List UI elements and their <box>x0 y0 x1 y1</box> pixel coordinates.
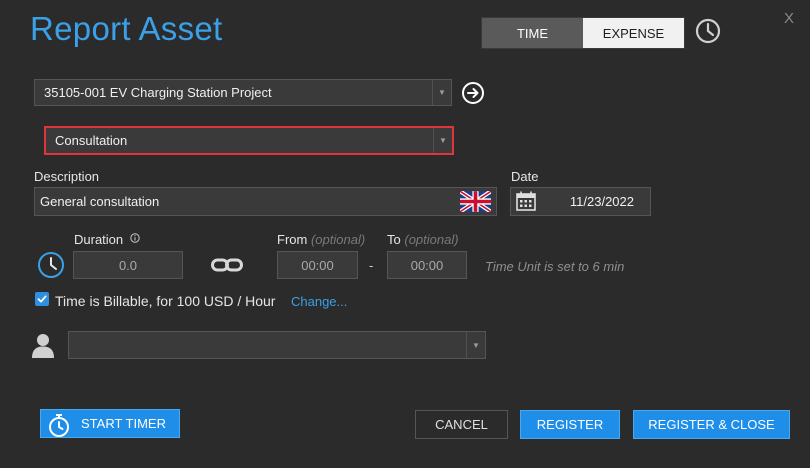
category-select-value: Consultation <box>55 133 128 148</box>
description-input[interactable]: General consultation <box>34 187 497 216</box>
chevron-down-icon: ▼ <box>466 332 485 358</box>
description-label: Description <box>34 169 100 184</box>
stopwatch-icon <box>49 414 69 437</box>
cancel-button[interactable]: CANCEL <box>415 410 508 439</box>
chevron-down-icon: ▼ <box>432 80 451 105</box>
close-button[interactable]: X <box>784 10 794 27</box>
calendar-icon[interactable] <box>515 190 537 212</box>
description-value: General consultation <box>40 194 160 209</box>
to-label-text: To <box>387 232 401 247</box>
from-label-text: From <box>277 232 308 247</box>
to-optional-hint: (optional) <box>404 232 459 247</box>
billable-checkbox[interactable] <box>35 292 49 306</box>
category-select[interactable]: Consultation ▼ <box>44 126 454 155</box>
duration-label: Duration <box>74 232 124 247</box>
from-optional-hint: (optional) <box>310 232 366 247</box>
person-icon <box>32 334 54 358</box>
to-time-input[interactable]: 00:00 <box>387 251 467 279</box>
clock-history-icon[interactable] <box>695 18 721 44</box>
clock-icon <box>38 252 64 278</box>
register-button[interactable]: REGISTER <box>520 410 620 439</box>
chain-link-icon[interactable] <box>211 258 243 272</box>
range-separator: - <box>369 258 374 273</box>
start-timer-label: START TIMER <box>81 416 166 431</box>
date-label: Date <box>511 169 539 184</box>
tab-expense[interactable]: EXPENSE <box>583 18 684 48</box>
register-close-button[interactable]: REGISTER & CLOSE <box>633 410 790 439</box>
from-label: From (optional) <box>277 232 365 247</box>
project-select[interactable]: 35105-001 EV Charging Station Project ▼ <box>34 79 452 106</box>
date-value: 11/23/2022 <box>569 194 634 209</box>
from-time-value: 00:00 <box>301 257 334 273</box>
info-circle-icon[interactable] <box>130 233 140 243</box>
chevron-down-icon: ▼ <box>433 128 452 153</box>
dialog-title: Report Asset <box>30 10 223 47</box>
change-rate-link[interactable]: Change... <box>291 294 347 309</box>
time-unit-note: Time Unit is set to 6 min <box>485 259 625 274</box>
project-select-value: 35105-001 EV Charging Station Project <box>44 85 272 100</box>
duration-input[interactable]: 0.0 <box>73 251 183 279</box>
uk-flag-icon[interactable] <box>460 191 491 212</box>
to-label: To (optional) <box>387 232 459 247</box>
arrow-right-circle-icon[interactable] <box>461 81 485 105</box>
tab-time[interactable]: TIME <box>482 18 583 48</box>
to-time-value: 00:00 <box>410 257 444 273</box>
billable-text: Time is Billable, for 100 USD / Hour <box>55 293 276 309</box>
mode-tabs: TIME EXPENSE <box>481 17 685 49</box>
duration-value: 0.0 <box>118 257 138 273</box>
from-time-input[interactable]: 00:00 <box>277 251 358 279</box>
assignee-select[interactable]: ▼ <box>68 331 486 359</box>
